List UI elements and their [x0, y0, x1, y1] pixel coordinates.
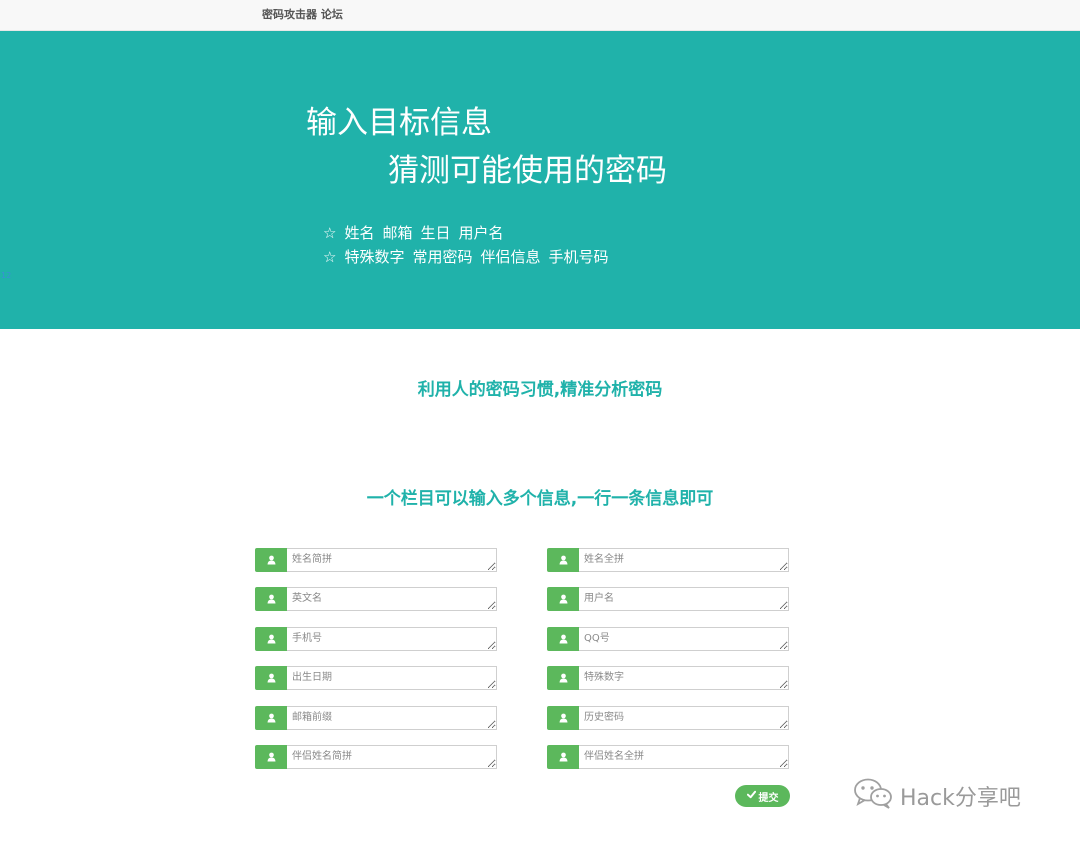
watermark-text: Hack分享吧	[900, 786, 1021, 811]
user-icon	[547, 745, 579, 769]
submit-button[interactable]: 提交	[735, 785, 790, 807]
field-input[interactable]	[579, 548, 789, 572]
user-icon	[547, 548, 579, 572]
feature-item: 生日	[420, 224, 451, 242]
top-navbar: 密码攻击器 论坛	[0, 0, 1080, 31]
hero-banner: 输入目标信息 猜测可能使用的密码 ☆ 姓名 邮箱 生日 用户名 ☆ 特殊数字 常用密码 伴侣信…	[0, 31, 1080, 329]
field-input[interactable]	[287, 745, 497, 769]
side-number: 12	[1, 271, 12, 280]
field-input[interactable]	[579, 745, 789, 769]
form-field	[547, 627, 789, 651]
submit-label: 提交	[758, 792, 779, 804]
form-field	[547, 548, 789, 572]
user-icon	[255, 587, 287, 611]
star-icon: ☆	[323, 224, 337, 242]
feature-item: 用户名	[458, 224, 504, 242]
form-field	[547, 587, 789, 611]
field-input[interactable]	[579, 706, 789, 730]
user-icon	[255, 666, 287, 690]
form-field	[547, 666, 789, 690]
form-field	[547, 745, 789, 769]
section-heading-1: 利用人的密码习惯,精准分析密码	[417, 380, 663, 400]
field-input[interactable]	[287, 587, 497, 611]
field-input[interactable]	[287, 548, 497, 572]
section-heading-2: 一个栏目可以输入多个信息,一行一条信息即可	[366, 489, 714, 509]
check-icon	[746, 790, 756, 802]
watermark: Hack分享吧	[852, 776, 1021, 816]
user-icon	[547, 706, 579, 730]
form-field	[255, 706, 497, 730]
field-input[interactable]	[287, 627, 497, 651]
user-icon	[547, 627, 579, 651]
form-field	[255, 627, 497, 651]
field-input[interactable]	[287, 706, 497, 730]
field-input[interactable]	[579, 627, 789, 651]
brand-link[interactable]: 密码攻击器 论坛	[262, 0, 343, 30]
form-field	[255, 548, 497, 572]
user-icon	[547, 587, 579, 611]
user-icon	[255, 548, 287, 572]
field-input[interactable]	[579, 587, 789, 611]
user-icon	[255, 706, 287, 730]
feature-item: 伴侣信息	[480, 248, 541, 266]
field-input[interactable]	[579, 666, 789, 690]
form-field	[255, 666, 497, 690]
wechat-icon	[852, 776, 894, 816]
feature-item: 手机号码	[548, 248, 609, 266]
feature-list-2: ☆ 特殊数字 常用密码 伴侣信息 手机号码	[323, 246, 617, 267]
form-field	[255, 587, 497, 611]
form-field	[255, 745, 497, 769]
feature-item: 姓名	[344, 224, 375, 242]
hero-title-line2: 猜测可能使用的密码	[388, 153, 667, 189]
feature-item: 常用密码	[412, 248, 473, 266]
feature-item: 特殊数字	[344, 248, 405, 266]
user-icon	[255, 745, 287, 769]
user-icon	[547, 666, 579, 690]
feature-list-1: ☆ 姓名 邮箱 生日 用户名	[323, 222, 512, 243]
feature-item: 邮箱	[382, 224, 413, 242]
star-icon: ☆	[323, 248, 337, 266]
hero-title-line1: 输入目标信息	[306, 105, 492, 141]
user-icon	[255, 627, 287, 651]
form-field	[547, 706, 789, 730]
field-input[interactable]	[287, 666, 497, 690]
